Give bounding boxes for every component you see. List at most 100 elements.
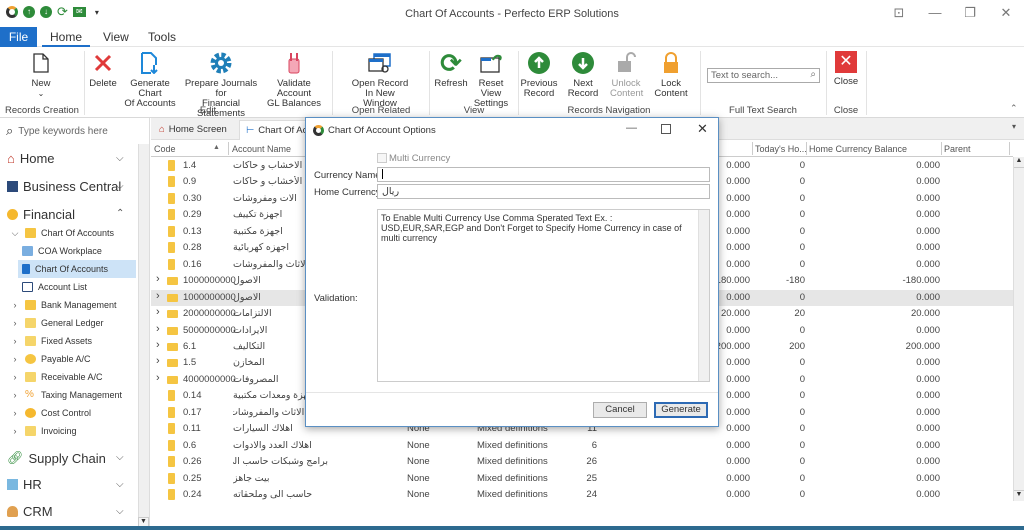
group-full-text-search: Full Text Search <box>729 105 797 116</box>
column-header-parent[interactable]: Parent <box>944 144 971 154</box>
dialog-maximize-button[interactable] <box>661 124 671 134</box>
dialog-minimize-button[interactable]: — <box>626 122 637 134</box>
minimize-button[interactable]: — <box>925 5 945 20</box>
generate-button[interactable]: Generate <box>654 402 708 418</box>
tab-file[interactable]: File <box>0 27 37 47</box>
lock-content-button[interactable]: Lock Content <box>644 51 698 99</box>
next-record-button[interactable]: Next Record <box>558 51 608 99</box>
open-record-new-window-button[interactable]: Open Record In New Window <box>348 51 412 109</box>
sidebar-item-payable[interactable]: › Payable A/C <box>10 350 136 368</box>
expand-chevron-icon[interactable]: › <box>156 372 160 384</box>
column-header-code[interactable]: Code <box>154 144 176 154</box>
divider <box>228 142 229 155</box>
column-header-todays-home[interactable]: Today's Ho... <box>755 144 807 154</box>
divider <box>866 51 867 115</box>
group-close: Close <box>833 105 859 116</box>
restore-down-icon[interactable]: ⊡ <box>889 5 909 21</box>
sidebar-item-invoicing[interactable]: › Invoicing <box>10 422 136 440</box>
sidebar-item-fixed-assets[interactable]: › Fixed Assets <box>10 332 136 350</box>
table-row[interactable]: 0.6 اهلاك العدد والادوات None Mixed definit… <box>151 438 1013 454</box>
sidebar-item-bank-management[interactable]: › Bank Management <box>10 296 136 314</box>
scroll-down-icon[interactable]: ▼ <box>1014 490 1024 501</box>
chevron-down-icon[interactable]: ⌵ <box>116 452 124 463</box>
sidebar-item-chart-of-accounts-group[interactable]: ⌵ Chart Of Accounts <box>10 224 136 242</box>
column-header-account-name[interactable]: Account Name <box>232 144 291 154</box>
sidebar-scrollbar[interactable] <box>138 144 149 530</box>
lock-icon <box>658 51 684 75</box>
column-header-home-currency-balance[interactable]: Home Currency Balance <box>809 144 907 154</box>
delete-button[interactable]: Delete <box>88 51 118 89</box>
sidebar-group-business-central[interactable]: Business Central <box>7 179 121 194</box>
sidebar-item-coa-workplace[interactable]: COA Workplace <box>22 242 136 260</box>
dialog-close-button[interactable]: ✕ <box>697 121 708 137</box>
chevron-down-icon[interactable]: ⌵ <box>116 181 124 192</box>
close-button[interactable]: ✕ Close <box>830 51 862 87</box>
sidebar-search-input[interactable]: ⌕ Type keywords here <box>6 123 108 139</box>
sidebar-item-receivable[interactable]: › Receivable A/C <box>10 368 136 386</box>
sidebar-group-hr[interactable]: HR <box>7 477 42 492</box>
close-window-button[interactable]: ✕ <box>996 5 1016 21</box>
chevron-down-icon[interactable]: ⌵ <box>116 479 124 490</box>
cell-balance: 0.000 <box>726 373 750 385</box>
currency-name-input[interactable] <box>377 167 710 182</box>
home-currency-input[interactable]: ريال <box>377 184 710 199</box>
reset-view-settings-button[interactable]: Reset View Settings <box>468 51 514 109</box>
sidebar-group-financial[interactable]: Financial <box>7 207 75 222</box>
tab-home-screen[interactable]: ⌂ Home Screen <box>153 120 233 140</box>
validate-account-button[interactable]: Validate Account GL Balances <box>262 51 326 109</box>
cell-c3: 6 <box>591 439 597 451</box>
textarea-scrollbar[interactable] <box>698 210 709 381</box>
cell-balance: 0.000 <box>726 324 750 336</box>
home-icon: ⌂ <box>7 151 15 166</box>
previous-record-button[interactable]: Previous Record <box>520 51 558 99</box>
generate-chart-button[interactable]: Generate Chart Of Accounts <box>120 51 180 109</box>
expand-chevron-icon[interactable]: › <box>156 339 160 351</box>
sidebar-group-home[interactable]: ⌂ Home <box>7 151 55 166</box>
cell-home-currency-balance: 0.000 <box>916 373 940 385</box>
new-button[interactable]: New ⌄ <box>22 51 60 99</box>
tab-home[interactable]: Home <box>42 27 91 47</box>
expand-chevron-icon[interactable]: › <box>156 323 160 335</box>
table-row[interactable]: 0.24 حاسب الى وملحقاته None Mixed definitio… <box>151 487 1013 503</box>
tab-tools[interactable]: Tools <box>140 27 184 47</box>
text-search-input[interactable]: Text to search... ⌕ <box>707 68 820 83</box>
expand-chevron-icon[interactable]: › <box>156 290 160 302</box>
maximize-button[interactable]: ❐ <box>960 5 980 21</box>
expand-chevron-icon[interactable]: › <box>156 273 160 285</box>
cell-balance: 20.000 <box>720 308 750 320</box>
unlock-content-button[interactable]: Unlock Content <box>610 51 643 99</box>
sidebar-item-account-list[interactable]: Account List <box>22 278 136 296</box>
cell-balance: 0.000 <box>726 291 750 303</box>
refresh-button[interactable]: ⟳ Refresh <box>434 50 468 89</box>
sidebar-group-crm[interactable]: CRM <box>7 504 53 519</box>
sidebar-group-supply-chain[interactable]: 🔗︎ Supply Chain <box>7 450 106 466</box>
cell-home-currency-balance: 20.000 <box>910 308 940 320</box>
table-row[interactable]: 0.25 بيت جاهز None Mixed definitions 25 0.000… <box>151 471 1013 487</box>
chevron-down-icon[interactable]: ⌵ <box>116 153 124 164</box>
table-row[interactable]: 0.26 برامج وشبكات حاسب الى None Mixed defin… <box>151 454 1013 470</box>
sidebar-item-cost-control[interactable]: › Cost Control <box>10 404 136 422</box>
collapse-ribbon-icon[interactable]: ⌃ <box>1010 103 1018 114</box>
cost-control-icon <box>25 408 36 418</box>
sidebar-item-general-ledger[interactable]: › General Ledger <box>10 314 136 332</box>
cancel-button[interactable]: Cancel <box>593 402 647 418</box>
cell-todays-home: 20 <box>794 308 805 320</box>
sidebar-item-chart-of-accounts[interactable]: Chart Of Accounts <box>18 260 136 278</box>
sidebar-item-taxing-management[interactable]: ›% Taxing Management <box>10 386 136 404</box>
tab-view[interactable]: View <box>95 27 137 47</box>
tabs-dropdown-icon[interactable]: ▾ <box>1012 122 1016 131</box>
grid-scrollbar[interactable]: ▲ ▼ <box>1013 157 1024 501</box>
expand-chevron-icon[interactable]: › <box>156 355 160 367</box>
tab-chart-of-accounts[interactable]: ⊢ Chart Of Ac <box>239 120 315 140</box>
chevron-right-icon: › <box>13 372 17 382</box>
multi-currency-checkbox[interactable] <box>377 153 387 163</box>
scroll-up-icon[interactable]: ▲ <box>1014 157 1024 168</box>
chart-of-accounts-icon: ⊢ <box>246 124 255 136</box>
chevron-up-icon[interactable]: ⌃ <box>116 208 124 219</box>
chevron-right-icon: › <box>13 336 17 346</box>
chevron-down-icon: ⌵ <box>11 228 19 238</box>
cell-c1: None <box>407 456 430 468</box>
validation-textarea[interactable]: To Enable Multi Currency Use Comma Spera… <box>377 209 710 382</box>
expand-chevron-icon[interactable]: › <box>156 306 160 318</box>
chevron-down-icon[interactable]: ⌵ <box>116 506 124 517</box>
